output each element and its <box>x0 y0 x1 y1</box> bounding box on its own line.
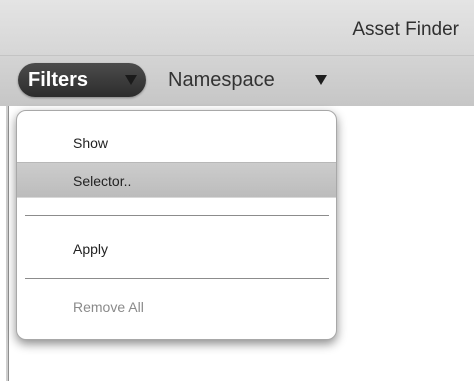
menu-item-apply[interactable]: Apply <box>17 231 336 267</box>
menu-separator <box>25 215 329 216</box>
filters-menu: Show Selector.. Apply Remove All <box>16 110 337 340</box>
filters-dropdown-button[interactable]: Filters <box>18 63 146 97</box>
chevron-down-icon <box>125 75 137 85</box>
namespace-label: Namespace <box>168 69 275 91</box>
title-bar: Asset Finder <box>0 0 474 56</box>
app-title: Asset Finder <box>352 19 459 40</box>
menu-item-selector[interactable]: Selector.. <box>17 162 336 198</box>
menu-item-remove-all: Remove All <box>73 299 144 315</box>
filters-label: Filters <box>28 69 89 91</box>
menu-item-show[interactable]: Show <box>17 125 336 161</box>
namespace-dropdown[interactable]: Namespace <box>168 63 348 97</box>
toolbar: Filters Namespace <box>0 56 474 106</box>
menu-separator <box>25 278 329 279</box>
panel-edge <box>6 106 9 381</box>
chevron-down-icon <box>315 75 327 85</box>
